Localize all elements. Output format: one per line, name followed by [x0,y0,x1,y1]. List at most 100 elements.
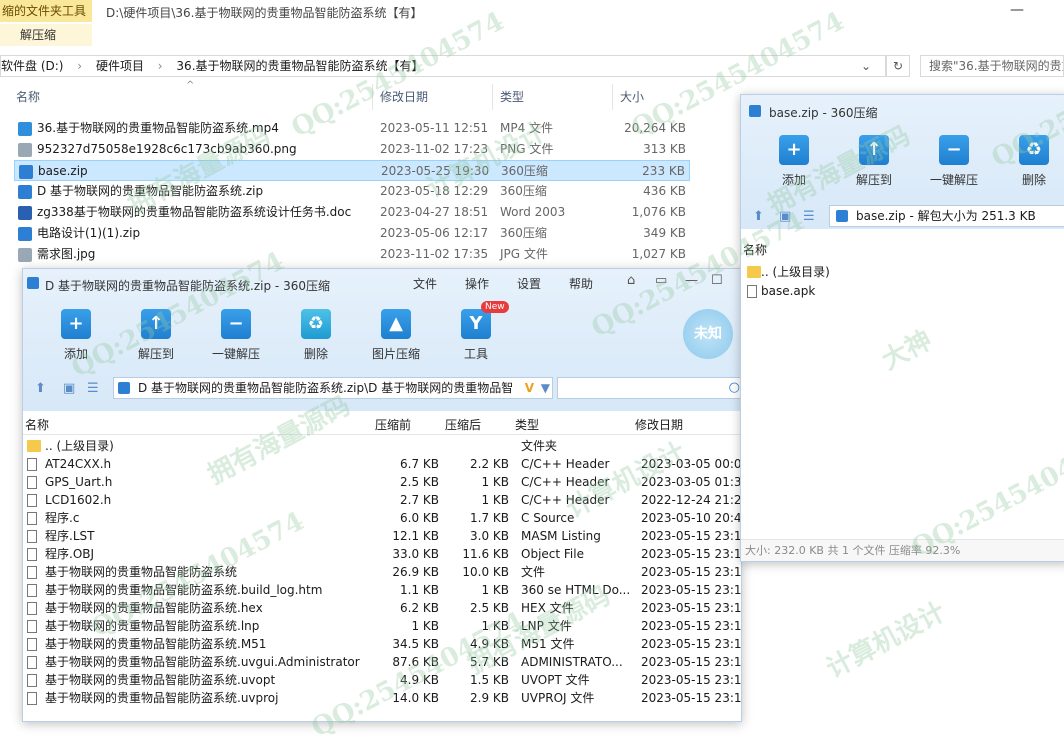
file-name: 电路设计(1)(1).zip [37,226,141,240]
zip-entry-before: 6.0 KB [400,511,439,525]
view-list-icon[interactable]: ☰ [87,381,99,396]
zip-path-text: base.zip - 解包大小为 251.3 KB [856,209,1036,223]
column-header-type[interactable]: 类型 [500,88,524,105]
file-name: base.zip [38,164,88,178]
zip-window-base: base.zip - 360压缩 + 添加 ↑ 解压到 − 一键解压 ♻ 删除 ⬆ ▣ ☰ b… [740,94,1064,562]
menu-help[interactable]: 帮助 [569,275,593,292]
maximize-icon[interactable]: ☐ [711,273,723,288]
extract-to-button[interactable]: ↑ 解压到 [121,309,191,362]
icon-glyph: + [68,313,84,334]
zip-entry-name: 基于物联网的贵重物品智能防盗系统 [45,565,238,579]
breadcrumb-current[interactable]: 36.基于物联网的贵重物品智能防盗系统【有】 [176,59,423,73]
one-click-extract-button[interactable]: − 一键解压 [919,135,989,188]
refresh-icon[interactable]: ↻ [886,55,910,77]
add-button[interactable]: + 添加 [759,135,829,188]
menu-operate[interactable]: 操作 [465,275,489,292]
file-row[interactable]: 952327d75058e1928c6c173cb9ab360.png 2023-… [14,139,690,160]
column-header-size[interactable]: 大小 [620,88,644,105]
menu-file[interactable]: 文件 [413,275,437,292]
column-header-name[interactable]: 名称 [25,416,49,433]
chevron-down-icon[interactable]: ⌄ [861,56,871,76]
zip-row[interactable]: LCD1602.h 2.7 KB 1 KB C/C++ Header 2022-12-2… [23,491,741,509]
column-header-name[interactable]: 名称 [743,241,767,258]
breadcrumb-drive[interactable]: 软件盘 (D:) [1,59,63,73]
view-list-icon[interactable]: ☰ [803,209,815,224]
column-header-name[interactable]: 名称 [16,88,40,105]
breadcrumb-folder[interactable]: 硬件项目 [96,59,144,73]
up-arrow-icon[interactable]: ⬆ [753,209,764,224]
minimize-icon[interactable]: — [685,273,698,288]
zip-row[interactable]: 基于物联网的贵重物品智能防盗系统.lnp 1 KB 1 KB LNP 文件 2023-0… [23,617,741,635]
zip-row[interactable]: 基于物联网的贵重物品智能防盗系统.build_log.htm 1.1 KB 1 KB… [23,581,741,599]
view-thumb-icon[interactable]: ▣ [779,209,791,224]
column-header-type[interactable]: 类型 [515,416,539,433]
chevron-down-icon[interactable]: V [525,378,534,398]
zip-row[interactable]: 程序.LST 12.1 KB 3.0 KB MASM Listing 2023-05-1… [23,527,741,545]
ribbon-extract-tab[interactable]: 解压缩 [0,24,92,46]
zip-row[interactable]: AT24CXX.h 6.7 KB 2.2 KB C/C++ Header 2023-03… [23,455,741,473]
up-arrow-icon[interactable]: ⬆ [35,381,46,396]
delete-button[interactable]: ♻ 删除 [281,309,351,362]
file-size: 1,027 KB [631,247,686,261]
zip-row[interactable]: 程序.c 6.0 KB 1.7 KB C Source 2023-05-10 20:42 [23,509,741,527]
tools-button[interactable]: Y 工具 [441,309,511,362]
new-badge: New [481,301,509,313]
file-row[interactable]: zg338基于物联网的贵重物品智能防盗系统设计任务书.doc 2023-04-27… [14,202,690,223]
zip-row[interactable]: base.apk [743,282,1063,300]
zip-row[interactable]: .. (上级目录) 文件夹 [23,437,741,455]
delete-button[interactable]: ♻ 删除 [999,135,1064,188]
zip-entry-date: 2023-05-15 23:13 [641,691,742,705]
file-type: PNG 文件 [500,142,554,156]
video-icon [18,122,32,136]
zip-search-input[interactable]: ○ [557,377,741,399]
zip-row[interactable]: 基于物联网的贵重物品智能防盗系统.uvgui.Administrator 87.6… [23,653,741,671]
extract-to-icon: ↑ [141,309,171,339]
tool-label: 删除 [1021,173,1046,187]
delete-icon: ♻ [301,309,331,339]
file-row[interactable]: 需求图.jpg 2023-11-02 17:35 JPG 文件 1,027 KB [14,244,690,265]
column-header-date[interactable]: 修改日期 [380,88,428,105]
file-row[interactable]: 36.基于物联网的贵重物品智能防盗系统.mp4 2023-05-11 12:51 M… [14,118,690,139]
zip-entry-after: 2.2 KB [470,457,509,471]
search-input[interactable]: 搜索"36.基于物联网的贵重 [920,55,1064,77]
file-row[interactable]: base.zip 2023-05-25 19:30 360压缩 233 KB [14,160,690,181]
zip-file-icon [836,210,848,222]
tool-label: 图片压缩 [371,347,420,361]
column-header-before[interactable]: 压缩前 [375,416,411,433]
one-click-extract-button[interactable]: − 一键解压 [201,309,271,362]
zip-row[interactable]: 基于物联网的贵重物品智能防盗系统.uvproj 14.0 KB 2.9 KB UVPR… [23,689,742,707]
dropdown-icon[interactable]: ▼ [541,378,550,398]
extract-to-button[interactable]: ↑ 解压到 [839,135,909,188]
add-button[interactable]: + 添加 [41,309,111,362]
address-bar[interactable]: 软件盘 (D:) › 硬件项目 › 36.基于物联网的贵重物品智能防盗系统【有】… [0,55,886,77]
zip-row[interactable]: 基于物联网的贵重物品智能防盗系统 26.9 KB 10.0 KB 文件 2023-05-… [23,563,741,581]
feedback-icon[interactable]: ▭ [655,273,667,288]
zip-path-bar[interactable]: base.zip - 解包大小为 251.3 KB [829,205,1064,227]
file-size: 313 KB [643,142,686,156]
zip-row[interactable]: GPS_Uart.h 2.5 KB 1 KB C/C++ Header 2023-03-… [23,473,741,491]
column-header-after[interactable]: 压缩后 [445,416,481,433]
menu-settings[interactable]: 设置 [517,275,541,292]
column-header-date[interactable]: 修改日期 [635,416,683,433]
search-icon[interactable]: ○ [729,380,740,395]
file-date: 2023-05-11 12:51 [380,121,489,135]
zip-window-main: D 基于物联网的贵重物品智能防盗系统.zip - 360压缩 文件 操作 设置 … [22,268,742,722]
file-icon [27,620,37,633]
image-compress-button[interactable]: ▲ 图片压缩 [361,309,431,362]
file-row[interactable]: 电路设计(1)(1).zip 2023-05-06 12:17 360压缩 349 K… [14,223,690,244]
file-icon [27,674,37,687]
minimize-icon[interactable]: — [1010,2,1024,18]
ribbon-context-tab[interactable]: 缩的文件夹工具 [0,0,92,22]
zip-path-bar[interactable]: D 基于物联网的贵重物品智能防盗系统.zip\D 基于物联网的贵重物品智 V ▼ [113,377,553,399]
zip-row[interactable]: 基于物联网的贵重物品智能防盗系统.hex 6.2 KB 2.5 KB HEX 文件 20… [23,599,741,617]
zip-row[interactable]: 基于物联网的贵重物品智能防盗系统.M51 34.5 KB 4.9 KB M51 文件 2… [23,635,741,653]
file-row[interactable]: D 基于物联网的贵重物品智能防盗系统.zip 2023-05-18 12:29 36… [14,181,690,202]
zip-row[interactable]: 程序.OBJ 33.0 KB 11.6 KB Object File 2023-05-1… [23,545,741,563]
zip-row[interactable]: .. (上级目录) [743,263,1063,281]
skin-icon[interactable]: ⌂ [627,273,635,288]
view-thumb-icon[interactable]: ▣ [63,381,75,396]
zip-icon [18,227,32,241]
image-icon [18,248,32,262]
zip-row[interactable]: 基于物联网的贵重物品智能防盗系统.uvopt 4.9 KB 1.5 KB UVOPT … [23,671,741,689]
security-status-badge[interactable]: 未知 [683,309,733,359]
